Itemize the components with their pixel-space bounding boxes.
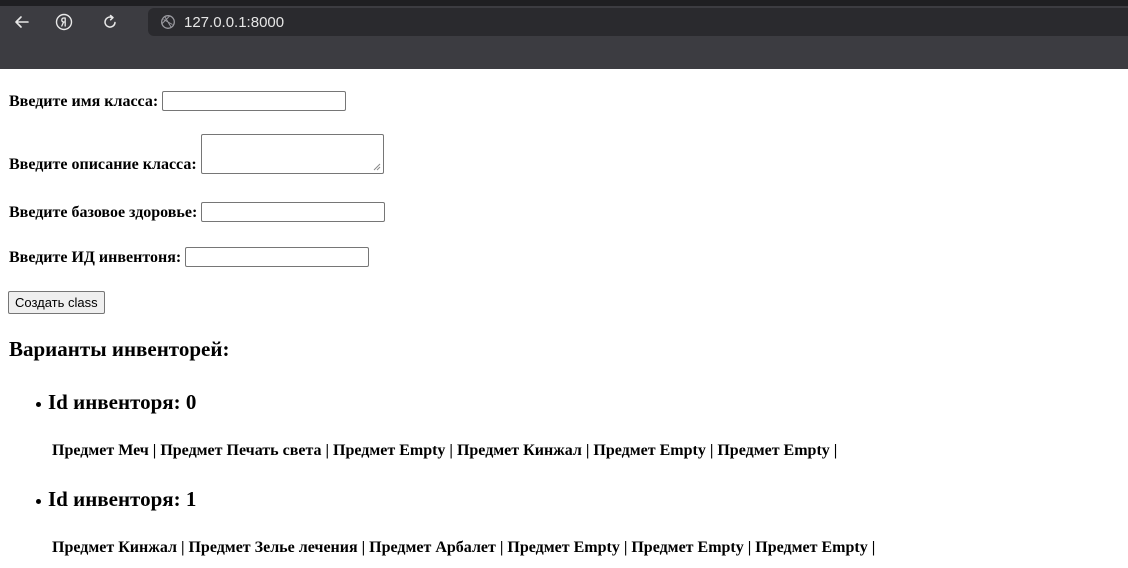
resize-grip-icon[interactable] xyxy=(373,163,381,171)
class-description-row: Введите описание класса: xyxy=(9,134,384,174)
class-description-textarea[interactable] xyxy=(200,134,384,174)
inventories-title: Варианты инвенторей: xyxy=(9,337,230,361)
browser-toolbar: 127.0.0.1:8000 xyxy=(0,0,1128,69)
class-name-input[interactable] xyxy=(162,91,347,111)
class-description-label: Введите описание класса: xyxy=(9,156,197,173)
class-name-row: Введите имя класса: xyxy=(9,91,347,111)
inventory-id-input[interactable] xyxy=(185,247,370,267)
reload-icon[interactable] xyxy=(100,12,120,32)
inventory-heading: Id инвентоpя: 0 xyxy=(36,388,196,416)
inventory-items: Предмет Кинжал | Предмет Зелье лечения |… xyxy=(52,539,876,556)
inventory-heading: Id инвентоpя: 1 xyxy=(36,485,196,513)
page-content: Введите имя класса: Введите описание кла… xyxy=(0,69,1128,568)
inventory-heading-text: Id инвентоpя: 1 xyxy=(48,487,197,511)
class-name-label: Введите имя класса: xyxy=(9,93,159,110)
inventory-id-label: Введите ИД инвентоня: xyxy=(9,249,182,266)
base-health-row: Введите базовое здоровье: xyxy=(9,202,386,222)
inventory-id-row: Введите ИД инвентоня: xyxy=(9,247,370,267)
yandex-logo-icon[interactable] xyxy=(54,12,74,32)
address-url[interactable]: 127.0.0.1:8000 xyxy=(184,14,284,31)
site-info-icon[interactable] xyxy=(160,14,176,30)
bullet-icon xyxy=(36,401,41,407)
inventory-heading-text: Id инвентоpя: 0 xyxy=(48,390,197,414)
address-bar[interactable]: 127.0.0.1:8000 xyxy=(148,8,1128,36)
base-health-input[interactable] xyxy=(201,202,386,222)
base-health-label: Введите базовое здоровье: xyxy=(9,204,198,221)
browser-nav-row: 127.0.0.1:8000 xyxy=(0,6,1128,38)
create-class-button[interactable]: Создать class xyxy=(8,291,105,314)
back-arrow-icon[interactable] xyxy=(12,12,32,32)
inventory-items: Предмет Меч | Предмет Печать света | Пре… xyxy=(52,442,838,459)
bullet-icon xyxy=(36,498,41,504)
